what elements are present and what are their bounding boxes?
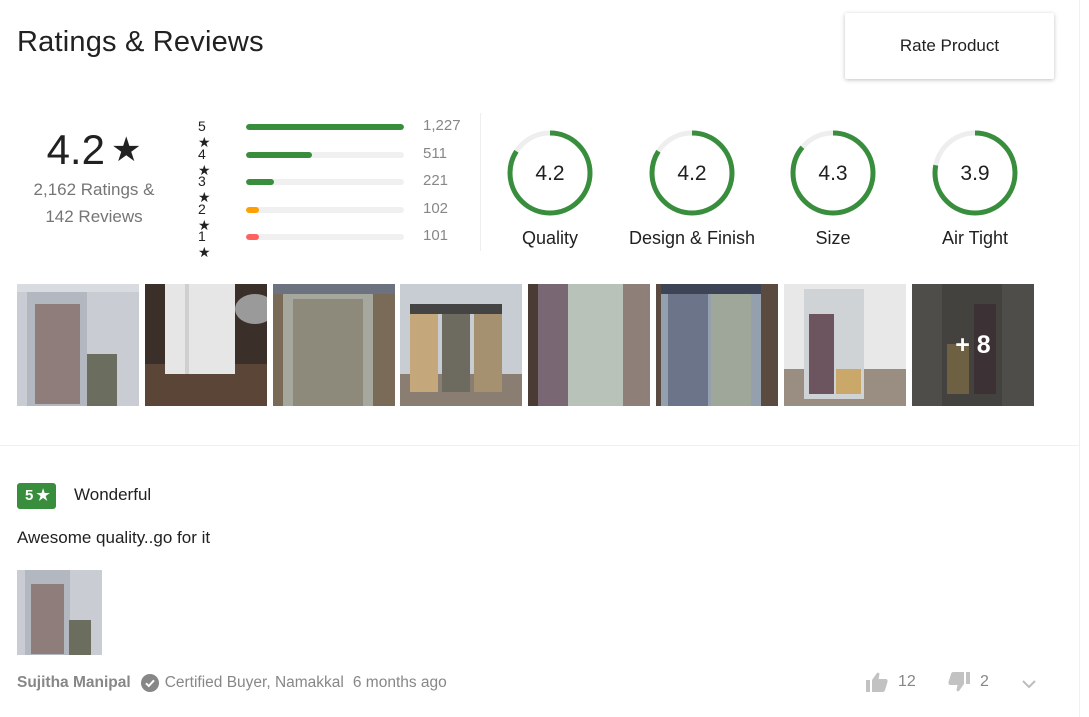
rating-bar-fill bbox=[246, 234, 259, 240]
review-photo[interactable] bbox=[400, 284, 522, 406]
rating-row-label: 1 ★ bbox=[198, 228, 211, 260]
chevron-down-icon[interactable] bbox=[1021, 676, 1037, 694]
aspect-ring: 4.2 bbox=[507, 130, 593, 216]
review-photo[interactable] bbox=[656, 284, 778, 406]
ratings-count: 2,162 Ratings & bbox=[33, 180, 155, 199]
rating-row-count: 1,227 bbox=[423, 117, 461, 134]
rating-row-count: 101 bbox=[423, 227, 449, 244]
more-photos-count: + 8 bbox=[912, 284, 1034, 406]
star-icon: ★ bbox=[36, 487, 50, 504]
review-date: 6 months ago bbox=[352, 674, 447, 691]
review-photo[interactable] bbox=[784, 284, 906, 406]
review-photo[interactable] bbox=[528, 284, 650, 406]
rating-bar bbox=[246, 179, 404, 185]
aspect-label: Air Tight bbox=[941, 228, 1009, 248]
rating-bar bbox=[246, 234, 404, 240]
rating-bar bbox=[246, 151, 404, 158]
aspect-ring: 4.3 bbox=[790, 130, 876, 216]
overall-rating: 4.2 ★ 2,162 Ratings & 142 Reviews bbox=[10, 124, 178, 230]
rating-bar bbox=[246, 124, 404, 130]
thumbs-down-icon bbox=[948, 672, 970, 692]
aspect-ring: 3.9 bbox=[932, 130, 1018, 216]
review-text: Awesome quality..go for it bbox=[17, 528, 211, 547]
like-button[interactable]: 12 bbox=[866, 672, 916, 692]
more-photos[interactable]: + 8 bbox=[912, 284, 1034, 406]
review-footer: Sujitha Manipal Certified Buyer, Namakka… bbox=[17, 674, 447, 692]
like-count: 12 bbox=[898, 673, 916, 690]
section-divider bbox=[0, 445, 1080, 446]
review-photo[interactable] bbox=[145, 284, 267, 406]
rating-row-count: 221 bbox=[423, 172, 449, 189]
certified-check-icon bbox=[140, 674, 159, 692]
review-photo[interactable] bbox=[17, 284, 139, 406]
overall-rating-value: 4.2 bbox=[46, 126, 105, 173]
dislike-button[interactable]: 2 bbox=[948, 672, 989, 692]
review-author: Sujitha Manipal bbox=[17, 674, 131, 691]
rating-bar-fill bbox=[246, 124, 404, 130]
aspect-value: 4.3 bbox=[818, 162, 847, 185]
rate-product-button[interactable]: Rate Product bbox=[845, 13, 1054, 79]
aspect-ring: 4.2 bbox=[649, 130, 735, 216]
panel-border bbox=[1079, 0, 1080, 717]
rating-bar-fill bbox=[246, 179, 275, 185]
certified-buyer: Certified Buyer, Namakkal bbox=[164, 674, 344, 691]
aspect-value: 4.2 bbox=[535, 162, 564, 185]
page-title: Ratings & Reviews bbox=[17, 26, 264, 58]
dislike-count: 2 bbox=[980, 673, 989, 690]
rating-bar-fill bbox=[246, 206, 260, 213]
aspect-value: 4.2 bbox=[677, 162, 706, 185]
rating-bar bbox=[246, 206, 404, 213]
rating-row-count: 511 bbox=[423, 144, 447, 162]
aspect-value: 3.9 bbox=[960, 162, 989, 185]
aspect-rating: 3.9 Air Tight bbox=[885, 128, 1065, 249]
rating-row-count: 102 bbox=[423, 199, 449, 217]
review-rating-badge: 5 ★ bbox=[17, 483, 56, 509]
thumbs-up-icon bbox=[866, 672, 888, 692]
review-photo[interactable] bbox=[273, 284, 395, 406]
rating-bar-fill bbox=[246, 151, 312, 158]
review-photo[interactable] bbox=[17, 570, 102, 655]
star-icon: ★ bbox=[110, 131, 142, 169]
reviews-count: 142 Reviews bbox=[45, 207, 143, 226]
review-title: Wonderful bbox=[74, 485, 152, 504]
